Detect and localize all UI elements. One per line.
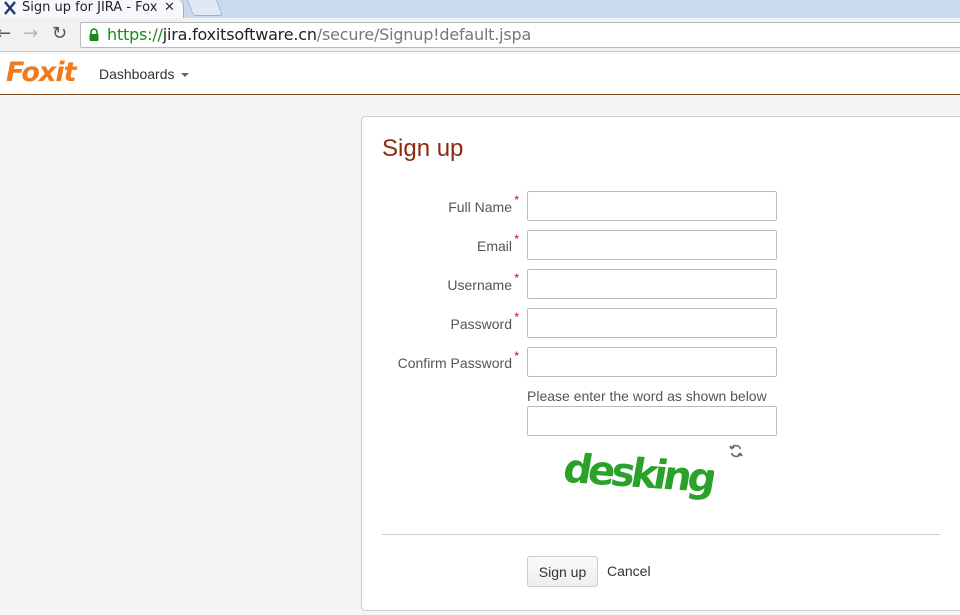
password-label: Password — [450, 316, 512, 332]
app-header: Foxit Dashboards — [0, 53, 960, 95]
full-name-row: Full Name * — [362, 191, 960, 221]
close-tab-icon[interactable]: ✕ — [164, 0, 175, 16]
form-divider — [382, 534, 940, 535]
captcha-word: desking — [562, 449, 714, 502]
cancel-link[interactable]: Cancel — [607, 563, 651, 579]
browser-toolbar: ← → ↻ https://jira.foxitsoftware.cn/secu… — [0, 18, 960, 52]
forward-arrow-icon[interactable]: → — [23, 24, 38, 44]
page-title: Sign up — [382, 135, 464, 162]
reload-icon[interactable]: ↻ — [52, 24, 67, 44]
email-field[interactable] — [527, 230, 777, 260]
logo-text: Foxit — [6, 57, 76, 88]
back-arrow-icon[interactable]: ← — [0, 24, 11, 44]
confirm-password-label: Confirm Password — [397, 355, 512, 371]
required-marker: * — [514, 310, 519, 324]
jira-favicon-icon — [4, 1, 16, 15]
browser-tab[interactable]: Sign up for JIRA - Foxit ✕ — [0, 0, 184, 18]
sign-up-button[interactable]: Sign up — [527, 556, 598, 587]
refresh-captcha-icon[interactable] — [728, 443, 744, 459]
username-field[interactable] — [527, 269, 777, 299]
email-row: Email * — [362, 230, 960, 260]
required-marker: * — [514, 349, 519, 363]
new-tab-button[interactable] — [187, 0, 223, 16]
tab-title: Sign up for JIRA - Foxit — [22, 0, 158, 15]
password-field[interactable] — [527, 308, 777, 338]
url-scheme: https:// — [107, 25, 163, 44]
full-name-label: Full Name — [448, 199, 512, 215]
username-label: Username — [447, 277, 512, 293]
url-host: jira.foxitsoftware.cn — [162, 25, 317, 44]
signup-panel: Sign up Full Name * Email * Username * P… — [361, 116, 960, 611]
chevron-down-icon — [180, 73, 189, 78]
username-row: Username * — [362, 269, 960, 299]
dashboards-label: Dashboards — [99, 66, 175, 82]
confirm-password-row: Confirm Password * — [362, 347, 960, 377]
required-marker: * — [514, 193, 519, 207]
browser-tabstrip: Sign up for JIRA - Foxit ✕ — [0, 0, 960, 18]
url-text: https://jira.foxitsoftware.cn/secure/Sig… — [107, 25, 531, 45]
required-marker: * — [514, 232, 519, 246]
dashboards-menu[interactable]: Dashboards — [99, 66, 189, 82]
full-name-field[interactable] — [527, 191, 777, 221]
email-label: Email — [476, 238, 512, 254]
captcha-image: desking — [562, 449, 714, 502]
confirm-password-field[interactable] — [527, 347, 777, 377]
captcha-input[interactable] — [527, 406, 777, 436]
required-marker: * — [514, 271, 519, 285]
foxit-logo[interactable]: Foxit — [6, 57, 76, 89]
password-row: Password * — [362, 308, 960, 338]
lock-icon — [89, 28, 99, 41]
address-bar[interactable]: https://jira.foxitsoftware.cn/secure/Sig… — [80, 22, 960, 48]
url-path: /secure/Signup!default.jspa — [316, 25, 532, 44]
captcha-hint: Please enter the word as shown below — [527, 388, 767, 404]
